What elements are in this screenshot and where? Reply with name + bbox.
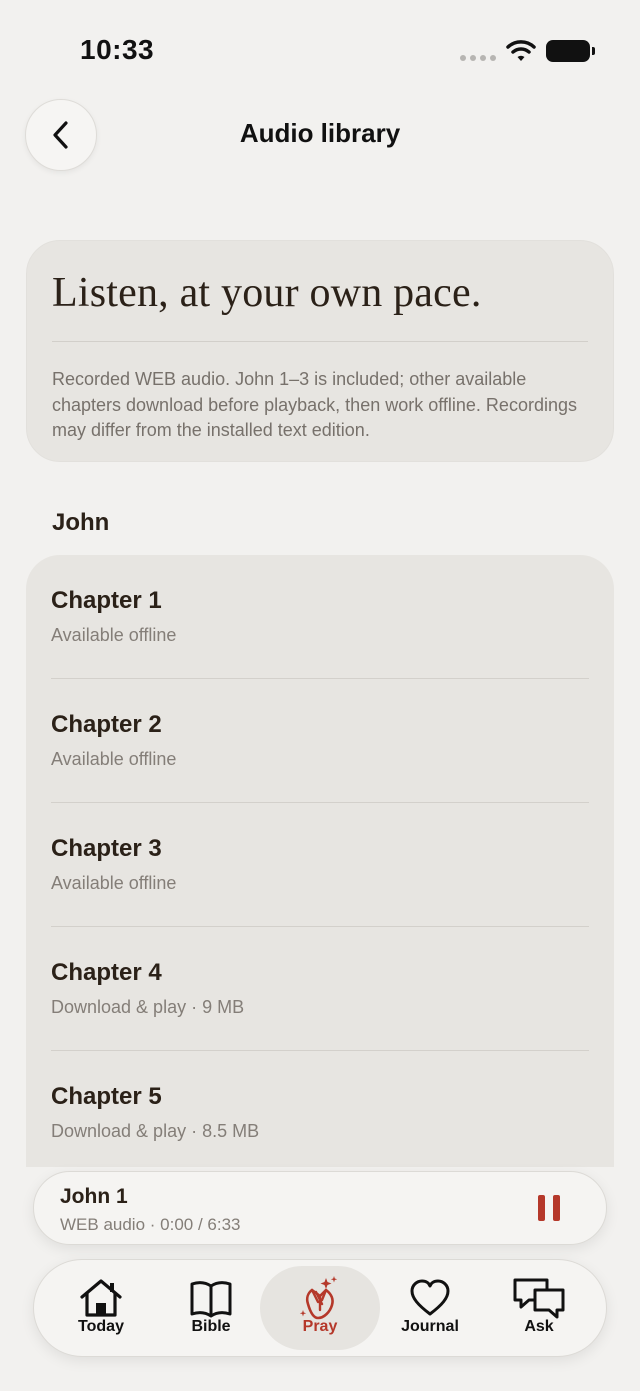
chapter-title: Chapter 3	[51, 835, 162, 862]
status-time: 10:33	[80, 34, 155, 65]
tab-label: Bible	[191, 1318, 231, 1335]
mini-player[interactable]: John 1 WEB audio · 0:00 / 6:33	[33, 1171, 607, 1245]
divider	[52, 341, 588, 342]
tab-journal[interactable]: Journal	[370, 1266, 490, 1350]
chapter-title: Chapter 1	[51, 587, 162, 614]
tab-label: Ask	[524, 1318, 554, 1335]
chapter-title: Chapter 2	[51, 711, 162, 738]
chapter-title: Chapter 5	[51, 1083, 162, 1110]
chapter-row[interactable]: Chapter 4 Download & play · 9 MB	[26, 927, 614, 1051]
chapter-list: Chapter 1 Available offline Chapter 2 Av…	[26, 555, 614, 1167]
tab-bible[interactable]: Bible	[151, 1266, 271, 1350]
pause-icon	[538, 1195, 545, 1221]
cellular-signal-icon	[460, 55, 496, 61]
book-section-label: John	[52, 509, 110, 536]
book-icon	[190, 1281, 232, 1318]
page-title: Audio library	[239, 118, 401, 148]
battery-icon	[546, 40, 595, 62]
chapter-row[interactable]: Chapter 3 Available offline	[26, 803, 614, 927]
chapter-row[interactable]: Chapter 5 Download & play · 8.5 MB	[26, 1051, 614, 1167]
chapter-status: Available offline	[51, 873, 177, 893]
tab-ask[interactable]: Ask	[479, 1266, 599, 1350]
tab-label: Today	[78, 1318, 124, 1335]
chat-bubbles-icon	[513, 1278, 565, 1319]
now-playing-title: John 1	[60, 1185, 128, 1208]
intro-description: Recorded WEB audio. John 1–3 is included…	[52, 369, 577, 440]
wifi-icon	[506, 40, 536, 61]
tab-pray[interactable]: Pray	[260, 1266, 380, 1350]
intro-heading: Listen, at your own pace.	[52, 270, 482, 316]
tab-label: Pray	[302, 1318, 338, 1335]
heart-icon	[410, 1279, 450, 1316]
tab-bar: Today Bible Pray Journal Ask	[33, 1259, 607, 1357]
chapter-status: Available offline	[51, 749, 177, 769]
pause-icon-bar	[553, 1195, 560, 1221]
chapter-status: Download & play · 8.5 MB	[51, 1121, 260, 1141]
intro-card: Listen, at your own pace. Recorded WEB a…	[26, 240, 614, 462]
tab-label: Journal	[401, 1318, 459, 1335]
status-icons	[460, 38, 595, 64]
home-icon	[80, 1279, 122, 1317]
tab-today[interactable]: Today	[41, 1266, 161, 1350]
pause-button[interactable]	[538, 1195, 560, 1221]
chapter-row[interactable]: Chapter 2 Available offline	[26, 679, 614, 803]
chapter-row[interactable]: Chapter 1 Available offline	[26, 555, 614, 679]
chapter-status: Download & play · 9 MB	[51, 997, 245, 1017]
now-playing-progress: WEB audio · 0:00 / 6:33	[60, 1215, 241, 1234]
chapter-status: Available offline	[51, 625, 177, 645]
chapter-title: Chapter 4	[51, 959, 162, 986]
praying-hands-icon	[299, 1276, 338, 1320]
